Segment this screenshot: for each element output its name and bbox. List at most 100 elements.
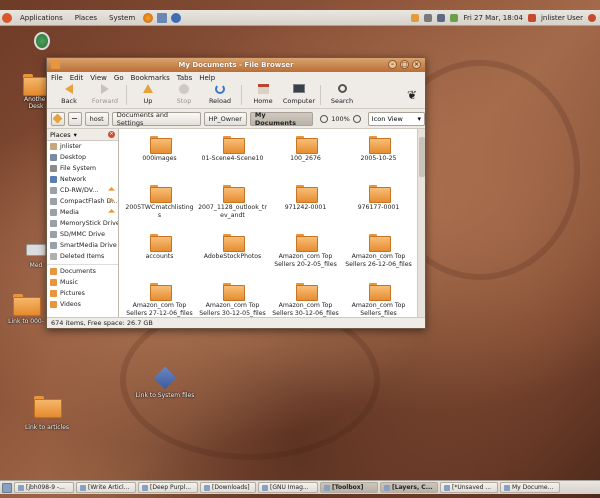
taskbar-item[interactable]: [*Unsaved ... [440,482,498,493]
file-item[interactable]: 2005-10-25 [342,133,415,182]
file-item[interactable]: 100_2676 [269,133,342,182]
stop-button[interactable]: Stop [166,83,202,105]
maximize-button[interactable]: □ [400,60,409,69]
menu-view[interactable]: View [90,74,107,82]
folder-icon [51,60,60,69]
sidebar-bookmark[interactable]: Music [47,277,118,288]
file-item[interactable]: AdobeStockPhotos [196,231,269,280]
weather-icon[interactable] [411,13,420,22]
shutdown-icon[interactable] [588,13,596,22]
sidebar-item[interactable]: MemoryStick Drive [47,218,118,229]
ubuntu-logo-icon[interactable] [2,12,12,23]
computer-button[interactable]: Computer [281,83,317,105]
firefox-icon[interactable] [143,12,154,23]
file-item[interactable]: Amazon_com Top Sellers 30-12-05_files [196,280,269,329]
file-item[interactable]: Amazon_com Top Sellers_files [342,280,415,329]
scrollbar-thumb[interactable] [419,137,425,177]
file-item[interactable]: 976177-0001 [342,182,415,231]
sidebar-item[interactable]: jnlister [47,141,118,152]
back-button[interactable]: Back [51,83,87,105]
sidebar-item[interactable]: CompactFlash D... [47,196,118,207]
file-name: 976177-0001 [357,204,400,211]
menu-bookmarks[interactable]: Bookmarks [131,74,170,82]
sidebar-item[interactable]: SmartMedia Drive [47,240,118,251]
file-item[interactable]: 2007_1128_outlook_trev_andt [196,182,269,231]
menu-file[interactable]: File [51,74,63,82]
menu-help[interactable]: Help [199,74,215,82]
search-button[interactable]: Search [324,83,360,105]
up-button[interactable]: Up [130,83,166,105]
sidebar-item[interactable]: Media [47,207,118,218]
toggle-location-entry-button[interactable] [51,111,65,126]
sidebar-item[interactable]: Desktop [47,152,118,163]
zoom-in-icon[interactable] [352,114,361,123]
sidebar-bookmark[interactable]: Pictures [47,288,118,299]
vertical-scrollbar[interactable] [417,129,425,317]
sidebar-item[interactable]: Deleted Items [47,251,118,262]
taskbar-item[interactable]: [Layers, C... [380,482,438,493]
window-titlebar[interactable]: My Documents - File Browser – □ × [47,58,425,72]
taskbar-item[interactable]: [Write Articl... [76,482,136,493]
menu-edit[interactable]: Edit [70,74,84,82]
file-item[interactable]: Amazon_com Top Sellers 26-12-06_files [342,231,415,280]
crumb-hp-owner[interactable]: HP_Owner [203,111,247,126]
desktop-icon-link-to-system-files[interactable]: Link to System files [130,366,200,399]
home-button[interactable]: Home [245,83,281,105]
menu-go[interactable]: Go [114,74,124,82]
places-menu[interactable]: Places [69,14,103,22]
crumb-host[interactable]: host [84,111,109,126]
computer-icon [293,84,305,95]
power-icon[interactable] [527,13,536,22]
volume-icon[interactable] [437,13,446,22]
user-switcher[interactable]: jnlister User [541,14,583,22]
show-desktop-icon[interactable] [2,482,12,493]
taskbar-item[interactable]: [GNU Imag... [258,482,318,493]
app-icon [324,484,330,491]
battery-icon[interactable] [450,13,459,22]
sidebar-header[interactable]: Places ▾ × [47,129,118,141]
crumb-documents-and-settings[interactable]: Documents and Settings [111,111,201,127]
taskbar-item[interactable]: [jbh098-9 -... [14,482,74,493]
file-item[interactable]: Amazon_com Top Sellers 27-12-06_files [123,280,196,329]
desktop-icon-link-to-000[interactable]: Link to 000- [4,294,48,325]
applications-menu[interactable]: Applications [14,14,69,22]
close-sidebar-icon[interactable]: × [108,131,115,138]
eject-icon[interactable] [108,209,115,213]
taskbar-item[interactable]: My Docume... [500,482,560,493]
sidebar-item[interactable]: Network [47,174,118,185]
crumb-scroll-left-button[interactable] [67,111,82,126]
back-arrow-icon [63,84,75,95]
file-item[interactable]: Amazon_com Top Sellers 20-2-05_files [269,231,342,280]
desktop-icon-disk[interactable] [28,32,56,50]
file-item[interactable]: 971242-0001 [269,182,342,231]
taskbar-item[interactable]: [Deep Purpl... [138,482,198,493]
sidebar-item[interactable]: SD/MMC Drive [47,229,118,240]
sidebar-item[interactable]: File System [47,163,118,174]
clock[interactable]: Fri 27 Mar, 18:04 [463,14,523,22]
crumb-my-documents[interactable]: My Documents [249,111,314,127]
reload-button[interactable]: Reload [202,83,238,105]
taskbar-item[interactable]: [Downloads] [200,482,256,493]
zoom-level[interactable]: 100% [331,115,350,123]
menu-tabs[interactable]: Tabs [177,74,193,82]
taskbar-item[interactable]: [Toolbox] [320,482,378,493]
help-icon[interactable] [171,12,182,23]
close-button[interactable]: × [412,60,421,69]
minimize-button[interactable]: – [388,60,397,69]
zoom-out-icon[interactable] [320,114,329,123]
file-item[interactable]: Amazon_com Top Sellers 30-12-06_files [269,280,342,329]
sidebar-bookmark[interactable]: Documents [47,266,118,277]
network-icon[interactable] [424,13,433,22]
email-icon[interactable] [157,12,168,23]
file-item[interactable]: 01-Scene4-Scene10 [196,133,269,182]
file-item[interactable]: accounts [123,231,196,280]
sidebar-bookmark[interactable]: Videos [47,299,118,310]
system-menu[interactable]: System [103,14,141,22]
sidebar-item[interactable]: CD-RW/DV... [47,185,118,196]
eject-icon[interactable] [108,187,115,191]
view-mode-select[interactable]: Icon View [367,111,426,126]
forward-button[interactable]: Forward [87,83,123,105]
file-item[interactable]: 2005TWCmatchlistings [123,182,196,231]
file-item[interactable]: 000images [123,133,196,182]
desktop-icon-link-to-articles[interactable]: Link to articles [18,396,76,431]
